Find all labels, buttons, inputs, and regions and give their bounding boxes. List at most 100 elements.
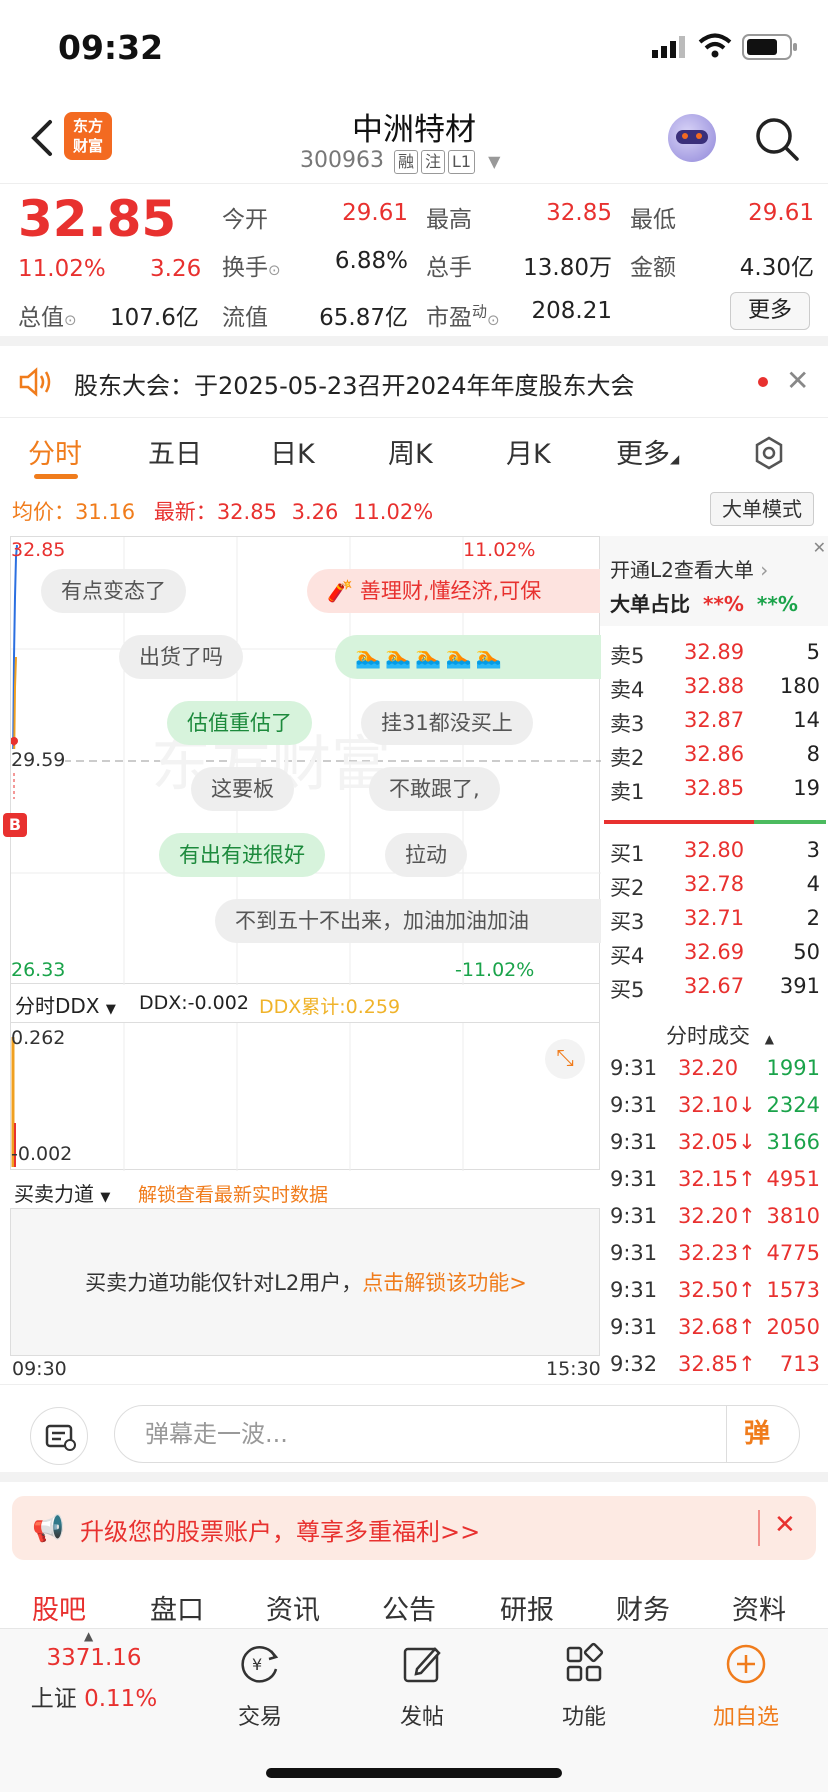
close-icon[interactable]: ✕ [774,1510,796,1540]
buysell-message: 买卖力道功能仅针对L2用户，点击解锁该功能> [85,1271,527,1295]
nav-functions[interactable]: 功能 [524,1641,644,1731]
tab-more[interactable]: 更多◢ [616,432,679,471]
chart-tabs: 分时 五日 日K 周K 月K 更多◢ [0,418,828,484]
chart-bottom-percent: -11.02% [455,959,535,981]
svg-text:¥: ¥ [252,1655,262,1674]
home-indicator [266,1768,562,1778]
close-icon[interactable]: ✕ [786,364,809,397]
l2-promo[interactable]: 开通L2查看大单 › ✕ 大单占比 **% **% [600,536,828,626]
volume-value: 13.80万 [523,255,612,281]
tab-guba[interactable]: 股吧 [32,1588,86,1627]
nav-post[interactable]: 发帖 [362,1641,482,1731]
info-icon: ⊙ [487,311,500,329]
ask-row[interactable]: 卖4 32.88 180 [600,674,828,708]
tab-active-indicator [34,474,78,479]
close-icon[interactable]: ✕ [813,538,826,557]
danmu-bubble[interactable]: 出货了吗 [119,635,243,679]
tab-profile[interactable]: 资料 [732,1588,786,1627]
ask-row[interactable]: 卖5 32.89 5 [600,640,828,674]
nav-trade[interactable]: ¥ 交易 [200,1641,320,1731]
danmu-bubble[interactable]: 拉动 [385,833,467,877]
market-cap-label[interactable]: 总值⊙ [18,298,77,332]
bid-row[interactable]: 买2 32.78 4 [600,872,828,906]
tab-weekly-k[interactable]: 周K [388,432,433,471]
tab-announcements[interactable]: 公告 [382,1588,436,1627]
danmu-bubble[interactable]: 估值重估了 [167,701,312,745]
buysell-selector[interactable]: 买卖力道 ▼ [14,1178,110,1207]
tab-research[interactable]: 研报 [500,1588,554,1627]
latest-percent: 11.02% [353,500,434,524]
tab-monthly-k[interactable]: 月K [506,432,551,471]
ddx-value: DDX:-0.002 [139,992,249,1014]
change-percent: 11.02% [18,256,106,282]
ask-row[interactable]: 卖1 32.85 19 [600,776,828,810]
nav-add-watchlist[interactable]: 加自选 [686,1641,806,1731]
pe-label[interactable]: 市盈动⊙ [426,298,500,332]
latest-change: 3.26 [291,500,339,524]
bid-row[interactable]: 买1 32.80 3 [600,838,828,872]
firecracker-icon: 🧨 [327,579,354,603]
danmu-swimmer-bubble[interactable]: 🏊🏊🏊🏊🏊 [335,635,601,679]
caret-down-icon: ▼ [100,1190,111,1205]
danmu-bubble[interactable]: 挂31都没买上 [361,701,533,745]
bid-row[interactable]: 买5 32.67 391 [600,974,828,1008]
battery-icon [742,34,797,60]
danmu-bubble[interactable]: 不敢跟了, [369,767,500,811]
notice-bar[interactable]: 股东大会：于2025-05-23召开2024年年度股东大会 ✕ [0,346,828,418]
amount-value: 4.30亿 [739,255,814,281]
danmu-toggle-button[interactable]: 弹 [744,1413,770,1450]
notice-unread-dot [758,377,768,387]
stock-code-row[interactable]: 300963 融注 L1 ▼ [300,148,500,174]
current-price: 32.85 [18,190,177,248]
unlock-link[interactable]: 解锁查看最新实时数据 [138,1180,328,1207]
danmu-bubble[interactable]: 不到五十不出来，加油加油加油 [215,899,601,943]
tab-finance[interactable]: 财务 [616,1588,670,1627]
tab-daily-k[interactable]: 日K [270,432,315,471]
unlock-feature-link[interactable]: 点击解锁该功能> [362,1271,527,1295]
danmu-list-icon[interactable] [30,1407,88,1465]
input-divider [726,1405,727,1463]
bid-row[interactable]: 买4 32.69 50 [600,940,828,974]
grid-icon [566,1642,604,1682]
trades-title[interactable]: 分时成交 ▲ [666,1020,774,1050]
intraday-chart[interactable]: 东方财富 32.85 11.02% 29.59 26.33 -11.02% B … [3,536,601,985]
tab-five-day[interactable]: 五日 [148,432,202,471]
time-axis-end: 15:30 [546,1358,601,1380]
ddx-chart[interactable]: 0.262 -0.002 ⤡ [10,1022,600,1171]
info-icon: ⊙ [64,311,77,329]
trade-row: 9:31 32.05↓ 3166 [610,1130,820,1154]
info-icon: ⊙ [268,261,281,279]
caret-down-icon: ▼ [105,1002,116,1017]
ddx-cumulative: DDX累计:0.259 [259,996,401,1018]
index-row: 上证 0.11% [30,1686,158,1712]
time-axis-start: 09:30 [12,1358,67,1380]
chart-top-price: 32.85 [11,539,66,561]
gear-icon[interactable] [752,436,786,470]
turnover-label[interactable]: 换手⊙ [222,248,281,282]
tab-news[interactable]: 资讯 [266,1588,320,1627]
danmu-bubble[interactable]: 🧨 善理财,懂经济,可保 [307,569,601,613]
danmu-input-bar: 弹幕走一波... 弹 [0,1384,828,1482]
tag-margin: 融 [393,150,418,174]
ask-row[interactable]: 卖3 32.87 14 [600,708,828,742]
tab-intraday[interactable]: 分时 [28,432,82,471]
trade-row: 9:31 32.50↑ 1573 [610,1278,820,1302]
account-upgrade-banner[interactable]: 📢 升级您的股票账户，尊享多重福利>> ✕ [12,1496,816,1560]
ask-row[interactable]: 卖2 32.86 8 [600,742,828,776]
high-value: 32.85 [546,200,612,226]
tab-pankou[interactable]: 盘口 [150,1588,204,1627]
index-ticker[interactable]: 3371.16 上证 0.11% [24,1645,164,1713]
buy-marker[interactable]: B [3,813,27,837]
expand-icon[interactable]: ⤡ [545,1039,585,1079]
danmu-bubble[interactable]: 有点变态了 [41,569,186,613]
danmu-input[interactable]: 弹幕走一波... [114,1405,800,1463]
danmu-bubble[interactable]: 有出有进很好 [159,833,325,877]
bid-row[interactable]: 买3 32.71 2 [600,906,828,940]
more-quote-button[interactable]: 更多 [730,292,810,330]
danmu-bubble[interactable]: 这要板 [191,767,294,811]
status-time: 09:32 [58,28,164,67]
ddx-selector[interactable]: 分时DDX ▼ [15,990,116,1019]
search-icon[interactable] [754,116,800,162]
ai-assistant-icon[interactable] [668,114,716,162]
big-order-mode-button[interactable]: 大单模式 [710,492,814,526]
